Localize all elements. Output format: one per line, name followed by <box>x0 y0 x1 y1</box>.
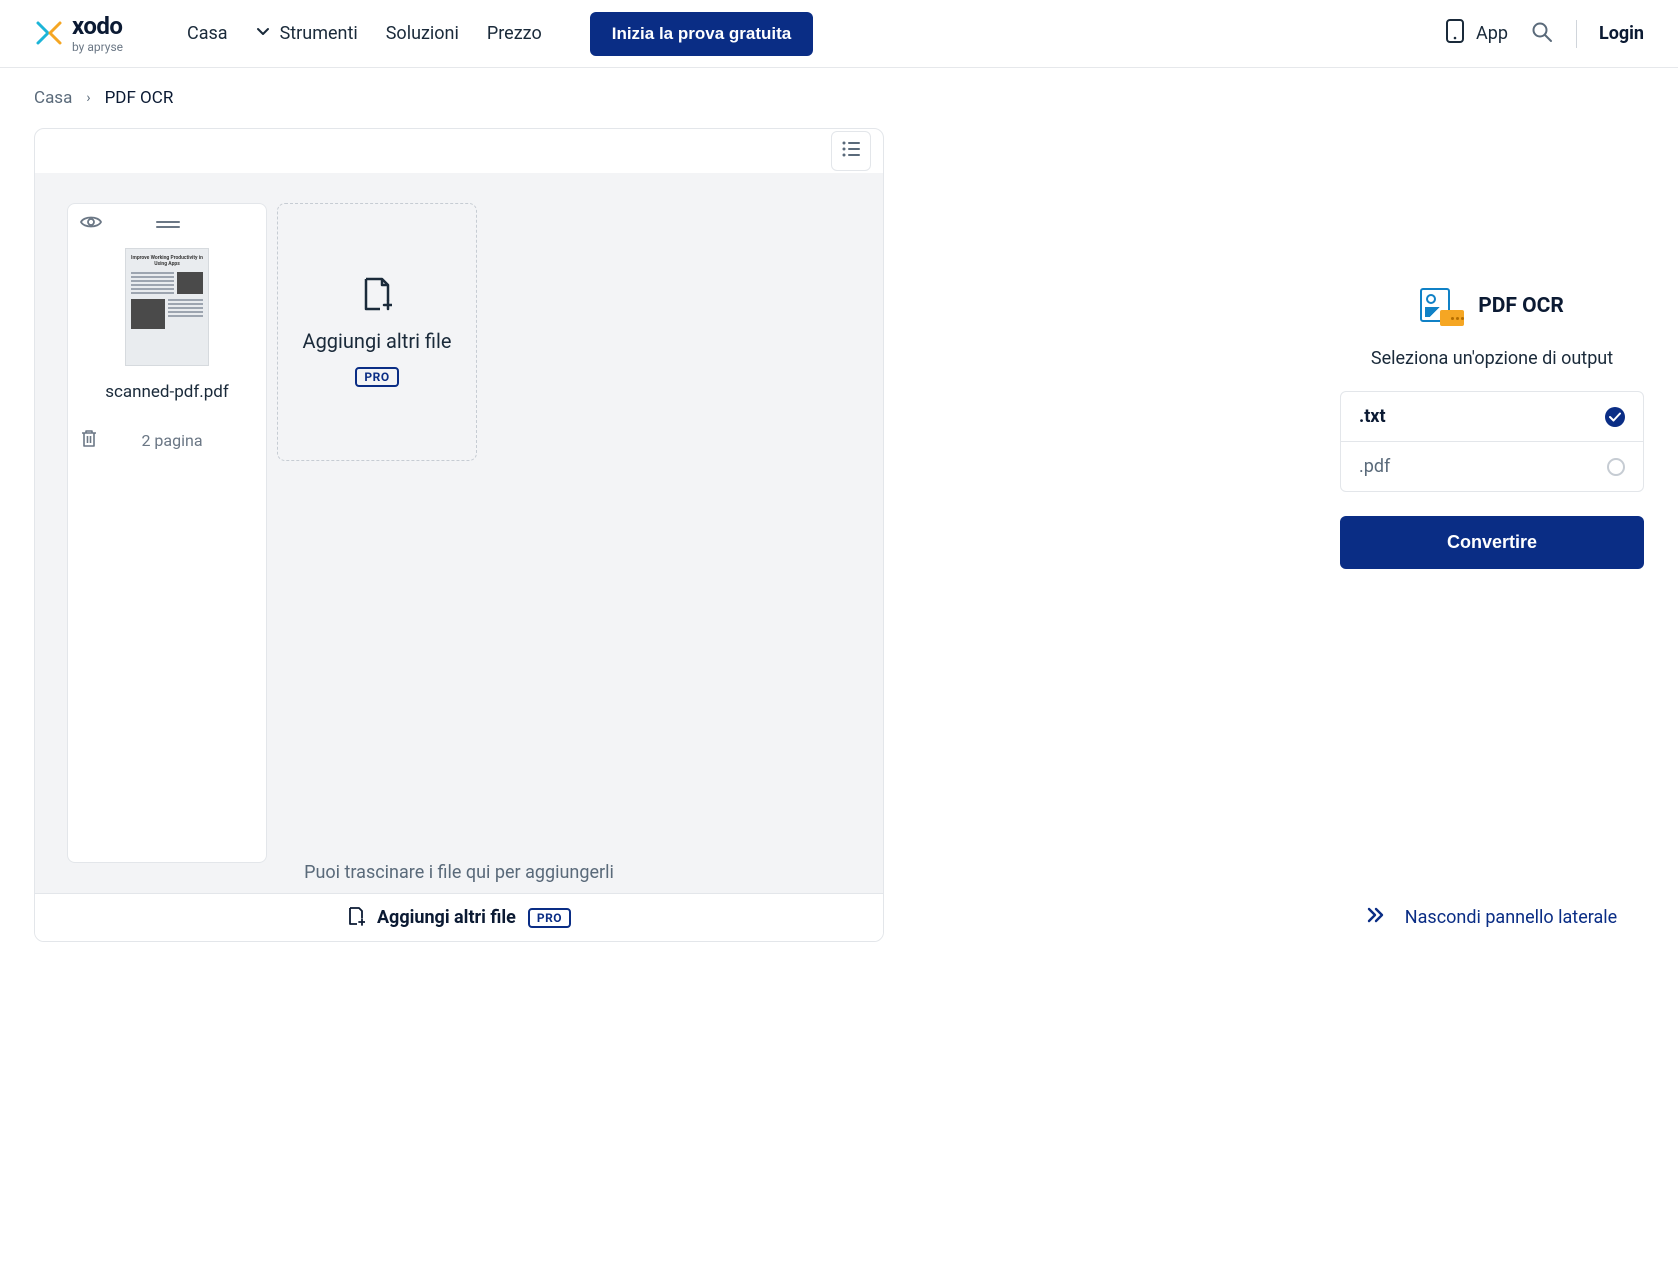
brand-name: xodo <box>72 14 123 38</box>
work-area-toolbar <box>35 129 883 173</box>
breadcrumb-home[interactable]: Casa <box>34 88 72 108</box>
nav-home[interactable]: Casa <box>187 23 228 44</box>
file-add-icon <box>347 906 365 930</box>
file-add-icon <box>362 277 392 315</box>
drop-hint: Puoi trascinare i file qui per aggiunger… <box>35 862 883 883</box>
login-link[interactable]: Login <box>1599 23 1644 44</box>
nav-tools-label: Strumenti <box>280 23 358 44</box>
search-icon <box>1531 21 1553 47</box>
chevron-down-icon <box>256 24 270 43</box>
pro-badge: PRO <box>355 367 398 387</box>
work-area: Improve Working Productivity in Using Ap… <box>34 128 884 942</box>
files-grid[interactable]: Improve Working Productivity in Using Ap… <box>35 173 883 893</box>
add-files-label: Aggiungi altri file <box>303 329 452 353</box>
bottom-add-label: Aggiungi altri file <box>377 907 516 928</box>
pdf-ocr-icon <box>1420 288 1464 324</box>
search-button[interactable] <box>1530 22 1554 46</box>
hide-side-panel[interactable]: Nascondi pannello laterale <box>1340 897 1644 938</box>
file-thumbnail: Improve Working Productivity in Using Ap… <box>125 248 209 366</box>
nav-pricing[interactable]: Prezzo <box>487 23 542 44</box>
nav-tools[interactable]: Strumenti <box>256 23 358 44</box>
add-files-card[interactable]: Aggiungi altri file PRO <box>277 203 477 461</box>
bottom-add-bar[interactable]: Aggiungi altri file PRO <box>35 893 883 941</box>
preview-icon[interactable] <box>80 214 102 234</box>
page-count: 2 pagina <box>110 431 254 450</box>
convert-button[interactable]: Convertire <box>1340 516 1644 569</box>
output-options: .txt .pdf <box>1340 391 1644 492</box>
primary-nav: Casa Strumenti Soluzioni Prezzo <box>187 23 542 44</box>
output-option-pdf[interactable]: .pdf <box>1341 441 1643 491</box>
list-view-toggle[interactable] <box>831 131 871 171</box>
output-option-txt[interactable]: .txt <box>1341 392 1643 441</box>
tool-header: PDF OCR <box>1340 288 1644 324</box>
radio-empty-icon <box>1607 458 1625 476</box>
chevron-double-right-icon <box>1367 907 1385 928</box>
list-icon <box>841 141 861 161</box>
check-circle-icon <box>1605 407 1625 427</box>
file-card[interactable]: Improve Working Productivity in Using Ap… <box>67 203 267 863</box>
output-options-label: Seleziona un'opzione di output <box>1340 348 1644 369</box>
option-label: .pdf <box>1359 456 1390 477</box>
side-panel: PDF OCR Seleziona un'opzione di output .… <box>1340 128 1644 938</box>
nav-solutions[interactable]: Soluzioni <box>386 23 459 44</box>
option-label: .txt <box>1359 406 1386 427</box>
drag-handle-icon[interactable] <box>156 219 180 229</box>
brand-subtitle: by apryse <box>72 41 123 53</box>
xodo-logo-icon <box>34 19 64 49</box>
breadcrumb: Casa › PDF OCR <box>0 68 1678 128</box>
delete-file-button[interactable] <box>80 428 98 452</box>
hide-side-panel-label: Nascondi pannello laterale <box>1405 907 1617 928</box>
main-content: Improve Working Productivity in Using Ap… <box>0 128 1678 942</box>
mobile-icon <box>1444 18 1466 49</box>
file-name: scanned-pdf.pdf <box>68 376 266 420</box>
brand-logo[interactable]: xodo by apryse <box>34 14 123 53</box>
breadcrumb-current: PDF OCR <box>105 88 174 108</box>
tool-title: PDF OCR <box>1478 294 1564 318</box>
app-link[interactable]: App <box>1444 18 1508 49</box>
app-header: xodo by apryse Casa Strumenti Soluzioni … <box>0 0 1678 68</box>
start-trial-button[interactable]: Inizia la prova gratuita <box>590 12 814 56</box>
pro-badge: PRO <box>528 908 571 928</box>
breadcrumb-separator: › <box>86 90 90 106</box>
header-divider <box>1576 20 1577 48</box>
header-right: App Login <box>1444 18 1644 49</box>
app-link-label: App <box>1476 23 1508 44</box>
